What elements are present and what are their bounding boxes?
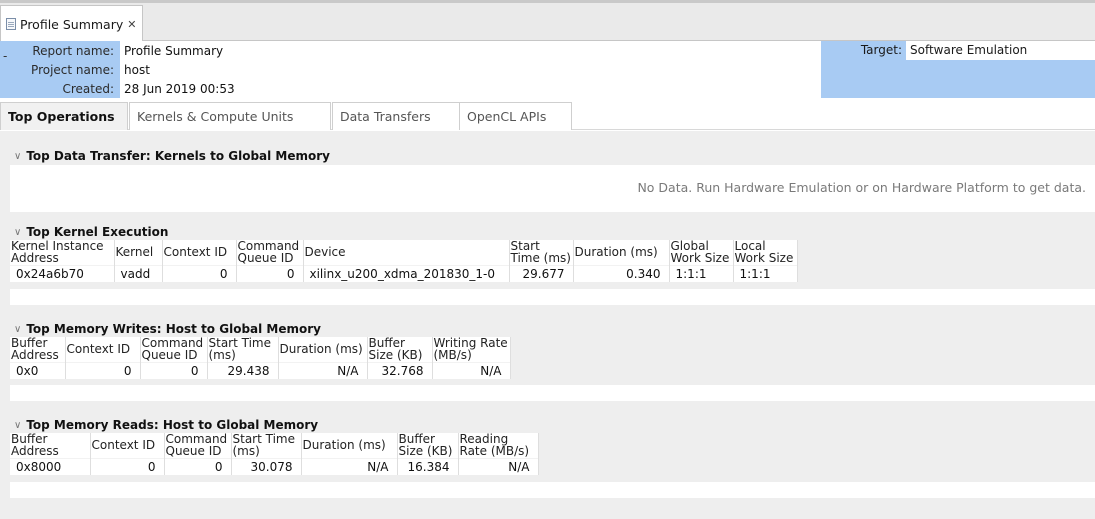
close-icon[interactable]: ✕ [127,18,136,31]
column-header[interactable]: Global Work Size [669,240,734,266]
no-data-message: No Data. Run Hardware Emulation or on Ha… [637,180,1086,195]
column-header[interactable]: Buffer Address [10,337,66,363]
target-block: Target: Software Emulation [821,41,1095,98]
table-cell: N/A [301,458,398,475]
column-header[interactable]: Start Time (ms) [231,433,302,459]
table-cell: 30.078 [231,458,302,475]
table-cell: N/A [458,458,539,475]
column-header[interactable]: Start Time (ms) [207,337,279,363]
section-kernel-exec-header[interactable]: ∨ Top Kernel Execution [14,225,168,239]
table-row[interactable]: 0x0 0 0 29.438 N/A 32.768 N/A [10,362,511,379]
table-cell: N/A [278,362,368,379]
section-title: Top Memory Writes: Host to Global Memory [26,322,321,336]
column-header[interactable]: Duration (ms) [301,433,398,459]
column-header[interactable]: Buffer Address [10,433,91,459]
editor-tab-bar: Profile Summary ✕ [0,3,1095,42]
table-cell: 32.768 [367,362,433,379]
section-title: Top Memory Reads: Host to Global Memory [26,418,319,432]
table-cell: 0 [164,458,232,475]
table-cell: 0.340 [573,265,670,282]
table-cell: 0 [236,265,304,282]
chevron-down-icon: ∨ [14,150,22,162]
column-header[interactable]: Kernel Instance Address [10,240,115,266]
project-name-value: host [124,62,150,77]
table-cell: 29.438 [207,362,279,379]
table-row[interactable]: 0x24a6b70 vadd 0 0 xilinx_u200_xdma_2018… [10,265,798,282]
table-cell: N/A [432,362,511,379]
column-header[interactable]: Reading Rate (MB/s) [458,433,539,459]
created-value: 28 Jun 2019 00:53 [124,81,235,96]
report-name-row: Report name: Profile Summary [0,41,223,60]
report-name-label: Report name: [32,43,114,58]
column-header[interactable]: Context ID [90,433,165,459]
editor-tab-label: Profile Summary [20,16,124,32]
table-cell: 0x24a6b70 [10,265,115,282]
column-header[interactable]: Local Work Size [733,240,798,266]
table-header-row: Buffer Address Context ID Command Queue … [10,433,539,459]
column-header[interactable]: Buffer Size (KB) [397,433,459,459]
tab-top-operations[interactable]: Top Operations [0,102,128,130]
tab-data-transfers[interactable]: Data Transfers [332,102,460,130]
column-header[interactable]: Command Queue ID [164,433,232,459]
report-name-value: Profile Summary [124,43,224,58]
mem-writes-table: Buffer Address Context ID Command Queue … [10,337,511,379]
project-name-label: Project name: [31,62,114,77]
column-header[interactable]: Command Queue ID [236,240,304,266]
column-header[interactable]: Context ID [162,240,237,266]
table-cell: 0 [162,265,237,282]
section-title: Top Kernel Execution [26,225,169,239]
document-icon [6,18,16,30]
table-cell: 29.677 [509,265,574,282]
table-cell: xilinx_u200_xdma_201830_1-0 [303,265,510,282]
column-header[interactable]: Context ID [65,337,141,363]
kernel-exec-table: Kernel Instance Address Kernel Context I… [10,240,798,282]
chevron-down-icon: ∨ [14,323,22,335]
created-label: Created: [62,81,114,96]
target-value: Software Emulation [906,41,1095,60]
section-mem-writes-header[interactable]: ∨ Top Memory Writes: Host to Global Memo… [14,322,321,336]
mem-writes-spacer [10,385,1095,401]
table-cell: 1:1:1 [733,265,798,282]
column-header[interactable]: Kernel [114,240,163,266]
section-data-transfer-header[interactable]: ∨ Top Data Transfer: Kernels to Global M… [14,149,330,163]
column-header[interactable]: Duration (ms) [278,337,368,363]
created-row: Created: 28 Jun 2019 00:53 [0,79,235,98]
mem-reads-spacer [10,482,1095,498]
table-cell: 0 [90,458,165,475]
target-label: Target: [860,43,902,57]
report-header: - Report name: Profile Summary Project n… [0,41,1095,98]
kernel-exec-spacer [10,289,1095,305]
column-header[interactable]: Command Queue ID [140,337,208,363]
chevron-down-icon: ∨ [14,226,22,238]
table-header-row: Buffer Address Context ID Command Queue … [10,337,511,363]
column-header[interactable]: Device [303,240,510,266]
table-cell: 0x8000 [10,458,91,475]
tab-opencl-apis[interactable]: OpenCL APIs [459,102,572,130]
column-header[interactable]: Start Time (ms) [509,240,574,266]
editor-tab-profile-summary[interactable]: Profile Summary ✕ [0,5,143,42]
table-cell: 1:1:1 [669,265,734,282]
mem-reads-table: Buffer Address Context ID Command Queue … [10,433,539,475]
table-row[interactable]: 0x8000 0 0 30.078 N/A 16.384 N/A [10,458,539,475]
column-header[interactable]: Buffer Size (KB) [367,337,433,363]
table-cell: 0 [65,362,141,379]
table-cell: vadd [114,265,163,282]
project-name-row: Project name: host [0,60,150,79]
table-header-row: Kernel Instance Address Kernel Context I… [10,240,798,266]
section-mem-reads-header[interactable]: ∨ Top Memory Reads: Host to Global Memor… [14,418,318,432]
chevron-down-icon: ∨ [14,419,22,431]
section-title: Top Data Transfer: Kernels to Global Mem… [26,149,330,163]
table-cell: 0x0 [10,362,66,379]
table-cell: 0 [140,362,208,379]
column-header[interactable]: Duration (ms) [573,240,670,266]
column-header[interactable]: Writing Rate (MB/s) [432,337,511,363]
data-transfer-panel: No Data. Run Hardware Emulation or on Ha… [10,165,1095,212]
table-cell: 16.384 [397,458,459,475]
top-operations-content: ∨ Top Data Transfer: Kernels to Global M… [0,131,1095,519]
report-tabs: Top Operations Kernels & Compute Units D… [0,100,1095,130]
tab-kernels-compute-units[interactable]: Kernels & Compute Units [129,102,331,130]
